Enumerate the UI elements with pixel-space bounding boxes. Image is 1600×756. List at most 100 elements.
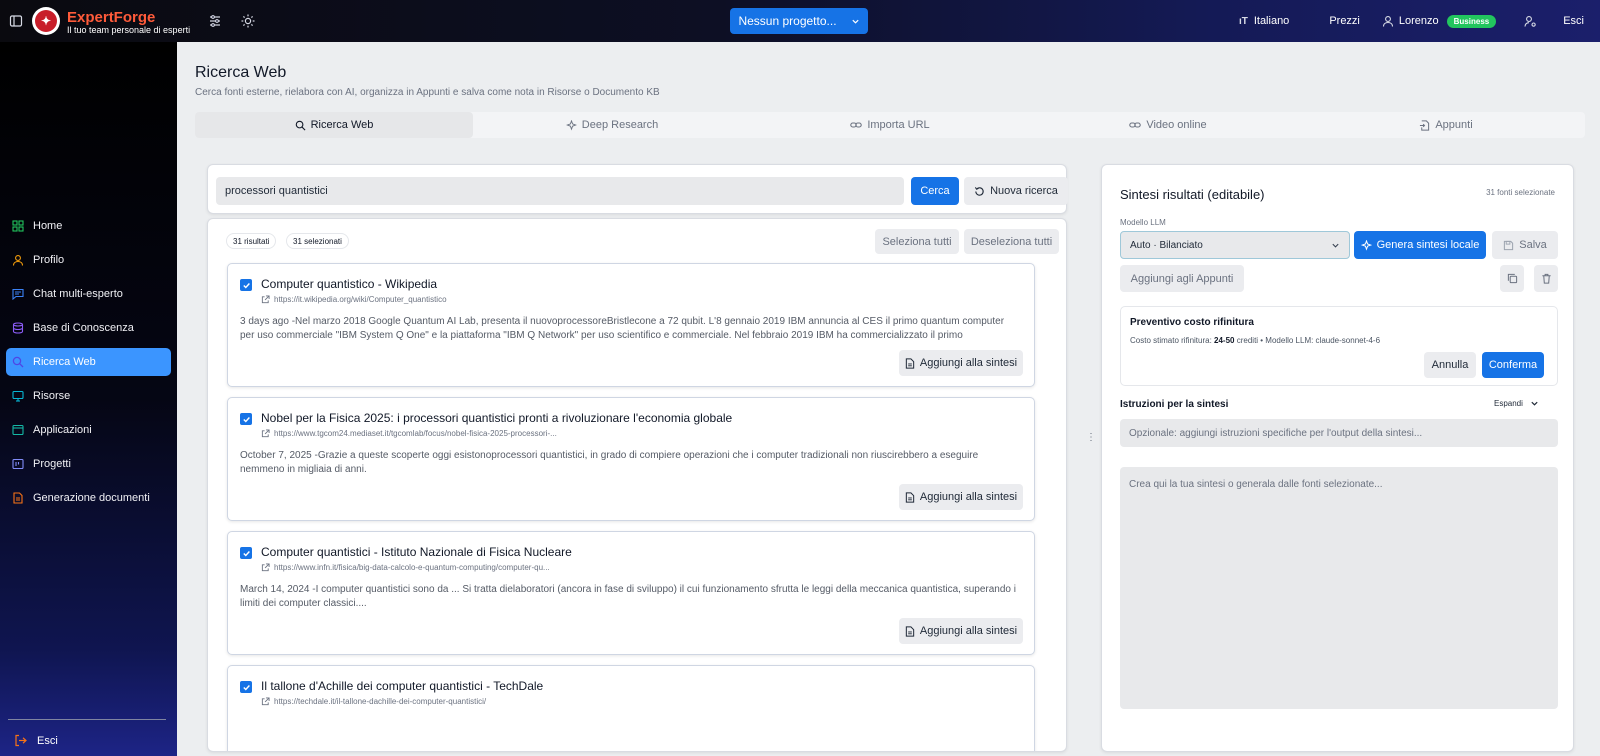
user-settings-icon[interactable] [1524, 15, 1537, 28]
result-snippet: October 7, 2025 -Grazie a queste scopert… [240, 450, 979, 475]
instructions-label: Istruzioni per la sintesi [1120, 399, 1229, 410]
cost-estimate-title: Preventivo costo rifinitura [1130, 317, 1254, 328]
tab-web-search[interactable]: Ricerca Web [195, 112, 473, 138]
save-icon [1503, 240, 1514, 251]
search-input[interactable]: processori quantistici [216, 177, 904, 205]
tab-import-url[interactable]: Importa URL [751, 112, 1029, 138]
result-checkbox[interactable] [240, 547, 252, 559]
sidebar-item-label: Applicazioni [33, 424, 92, 436]
projects-icon [11, 457, 25, 471]
result-url[interactable]: https://it.wikipedia.org/wiki/Computer_q… [261, 295, 447, 304]
sidebar-item-knowledge-base[interactable]: Base di Conoscenza [6, 314, 171, 342]
tab-deep-research[interactable]: Deep Research [473, 112, 751, 138]
sidebar-toggle-icon[interactable] [4, 9, 28, 33]
sparkles-icon [1360, 239, 1372, 251]
result-checkbox[interactable] [240, 681, 252, 693]
search-button-label: Cerca [920, 185, 950, 197]
sidebar-item-document-generation[interactable]: Generazione documenti [6, 484, 171, 512]
instructions-input[interactable]: Opzionale: aggiungi istruzioni specifich… [1120, 419, 1558, 447]
sidebar-item-label: Home [33, 220, 63, 232]
link-icon [1129, 119, 1142, 131]
document-icon [11, 491, 25, 505]
tab-online-video[interactable]: Video online [1029, 112, 1307, 138]
model-select[interactable]: Auto · Bilanciato [1120, 231, 1350, 259]
cost-estimate-box: Preventivo costo rifinitura Costo stimat… [1120, 306, 1558, 386]
language-selector[interactable]: ıT Italiano [1239, 15, 1289, 27]
sidebar-item-web-search[interactable]: Ricerca Web [6, 348, 171, 376]
add-to-synthesis-button[interactable]: Aggiungi alla sintesi [899, 618, 1023, 644]
add-to-synthesis-button[interactable]: Aggiungi alla sintesi [899, 484, 1023, 510]
tab-label: Ricerca Web [310, 119, 374, 131]
result-url[interactable]: https://www.tgcom24.mediaset.it/tgcomlab… [261, 429, 557, 438]
sidebar-item-label: Base di Conoscenza [33, 322, 134, 334]
sliders-icon[interactable] [203, 9, 227, 33]
tab-notes[interactable]: Appunti [1307, 112, 1585, 138]
monitor-icon [11, 389, 25, 403]
sidebar-item-home[interactable]: Home [6, 212, 171, 240]
external-link-icon [261, 563, 270, 572]
add-to-synthesis-button[interactable]: Aggiungi alla sintesi [899, 350, 1023, 376]
add-to-synthesis-label: Aggiungi alla sintesi [919, 491, 1018, 503]
main-content: Ricerca Web Cerca fonti esterne, rielabo… [177, 42, 1600, 756]
chevron-down-icon [1331, 241, 1340, 250]
sidebar-item-label: Profilo [33, 254, 65, 266]
result-title[interactable]: Nobel per la Fisica 2025: i processori q… [261, 411, 732, 425]
project-selector[interactable]: Nessun progetto... [730, 8, 868, 34]
result-url[interactable]: https://www.infn.it/fisica/big-data-calc… [261, 563, 550, 572]
search-button[interactable]: Cerca [911, 177, 959, 205]
delete-button[interactable] [1534, 265, 1558, 292]
result-checkbox[interactable] [240, 413, 252, 425]
user-name: Lorenzo [1398, 15, 1439, 27]
panel-resize-handle[interactable]: ⋮ [1086, 432, 1096, 443]
file-text-icon [905, 357, 915, 369]
result-title[interactable]: Computer quantistico - Wikipedia [261, 277, 437, 291]
sidebar-item-label: Progetti [33, 458, 71, 470]
synthesis-editor-placeholder: Crea qui la tua sintesi o generala dalle… [1129, 479, 1383, 490]
save-label: Salva [1519, 239, 1547, 251]
sidebar-item-chat[interactable]: Chat multi-esperto [6, 280, 171, 308]
cancel-button[interactable]: Annulla [1424, 352, 1476, 378]
deselect-all-button[interactable]: Deseleziona tutti [964, 229, 1059, 254]
text-size-icon: ıT [1238, 15, 1248, 27]
model-select-value: Auto · Bilanciato [1130, 239, 1203, 251]
sidebar-logout[interactable]: Esci [14, 734, 58, 747]
add-to-notes-button[interactable]: Aggiungi agli Appunti [1120, 265, 1244, 292]
sidebar-item-profilo[interactable]: Profilo [6, 246, 171, 274]
new-search-button[interactable]: Nuova ricerca [964, 177, 1068, 205]
sidebar-item-risorse[interactable]: Risorse [6, 382, 171, 410]
result-url[interactable]: https://techdale.it/il-tallone-dachille-… [261, 697, 486, 706]
select-all-button[interactable]: Seleziona tutti [875, 229, 959, 254]
search-card: processori quantistici Cerca Nuova ricer… [207, 164, 1068, 214]
sidebar-item-applicazioni[interactable]: Applicazioni [6, 416, 171, 444]
file-text-icon [905, 625, 915, 637]
confirm-button[interactable]: Conferma [1482, 352, 1544, 378]
synthesis-editor[interactable]: Crea qui la tua sintesi o generala dalle… [1120, 467, 1558, 709]
sidebar-item-progetti[interactable]: Progetti [6, 450, 171, 478]
add-to-synthesis-label: Aggiungi alla sintesi [919, 625, 1018, 637]
select-all-label: Seleziona tutti [882, 235, 952, 248]
sun-icon[interactable] [236, 9, 260, 33]
user-icon [1382, 15, 1394, 27]
expand-toggle[interactable]: Espandi [1494, 399, 1539, 408]
copy-button[interactable] [1500, 265, 1524, 292]
result-checkbox[interactable] [240, 279, 252, 291]
save-button[interactable]: Salva [1492, 231, 1558, 259]
synthesis-card: Sintesi risultati (editabile) 31 fonti s… [1101, 164, 1574, 752]
refresh-icon [974, 186, 985, 197]
result-url-text: https://techdale.it/il-tallone-dachille-… [274, 697, 487, 706]
result-title[interactable]: Computer quantistici - Istituto Nazional… [261, 545, 572, 559]
pricing-link[interactable]: Prezzi [1329, 15, 1360, 27]
results-card: 31 risultati 31 selezionati Seleziona tu… [207, 218, 1067, 752]
user-icon [11, 253, 25, 267]
tab-label: Appunti [1435, 119, 1473, 131]
result-title[interactable]: Il tallone d'Achille dei computer quanti… [261, 679, 543, 693]
cost-estimate-line: Costo stimato rifinitura: 24-50 crediti … [1130, 336, 1380, 345]
logo[interactable]: ✦ [32, 7, 60, 35]
generate-synthesis-button[interactable]: Genera sintesi locale [1354, 231, 1486, 259]
user-menu[interactable]: Lorenzo Business [1382, 14, 1497, 28]
database-icon [11, 321, 25, 335]
logout-top-link[interactable]: Esci [1563, 15, 1584, 27]
sidebar-item-label: Ricerca Web [33, 356, 96, 368]
results-count-badge: 31 risultati [226, 233, 277, 249]
logout-label: Esci [37, 734, 58, 747]
